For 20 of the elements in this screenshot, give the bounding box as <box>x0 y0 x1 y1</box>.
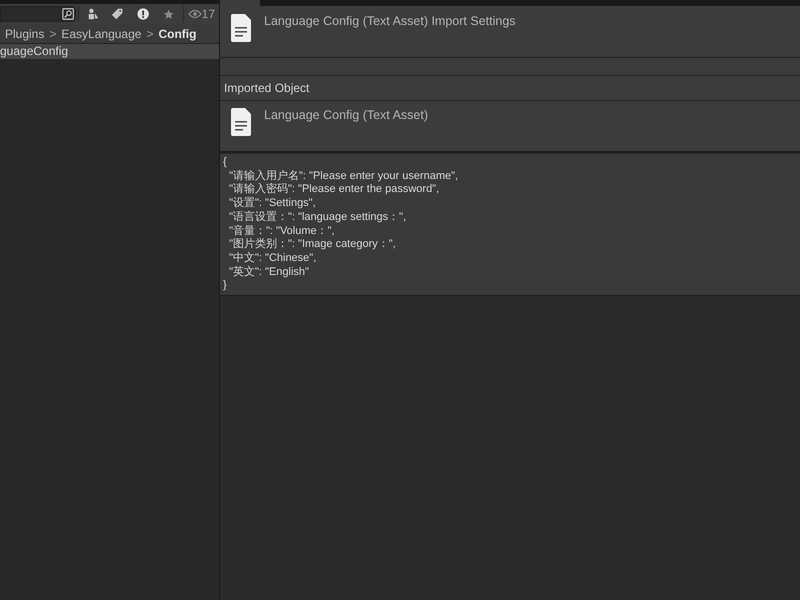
breadcrumb-separator: > <box>49 26 56 42</box>
breadcrumb-separator: > <box>146 26 154 42</box>
document-icon <box>230 108 252 136</box>
document-icon <box>230 14 252 42</box>
warning-icon[interactable] <box>137 7 150 21</box>
search-field[interactable] <box>0 6 76 22</box>
text-preview: { "请输入用户名": "Please enter your username", "请输入密码": "Please enter the password", "设置": "Settings", "语言设置：": "language settings：", "音量：": "Volume：", "图片类别：": "Image category：", "中文": "Chinese", "英文": "English" } <box>220 154 800 296</box>
breadcrumb-item[interactable]: Plugins <box>5 24 44 42</box>
shapes-icon[interactable] <box>86 7 99 21</box>
tag-icon[interactable] <box>110 7 124 21</box>
asset-item[interactable]: guageConfig <box>0 44 219 59</box>
star-icon[interactable] <box>163 8 175 20</box>
breadcrumb-item[interactable]: Config <box>158 24 196 42</box>
search-by-type-icon[interactable] <box>62 7 74 21</box>
object-title: Language Config (Text Asset) <box>264 107 428 124</box>
section-title: Imported Object <box>224 80 310 97</box>
eye-icon <box>188 9 202 19</box>
header-title: Language Config (Text Asset) Import Settings <box>264 13 516 30</box>
breadcrumb-item[interactable]: EasyLanguage <box>61 24 142 42</box>
visibility-toggle[interactable]: 17 <box>188 5 215 23</box>
